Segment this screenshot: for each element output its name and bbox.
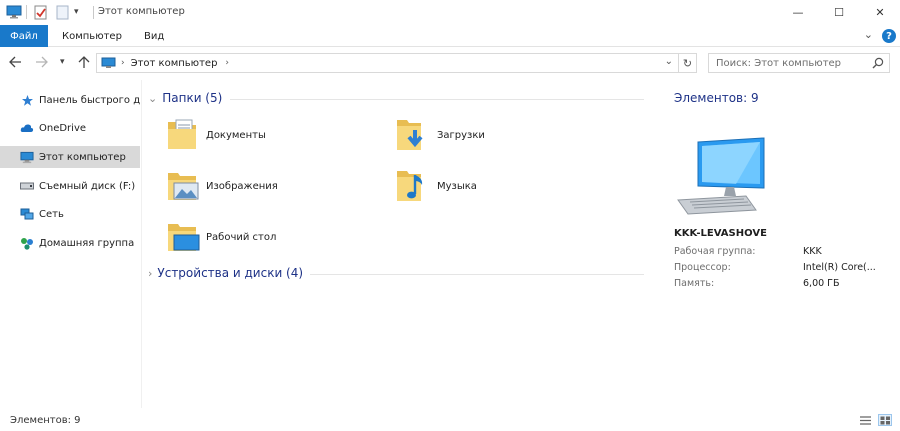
sidebar-item-label: Съемный диск (F:) bbox=[39, 180, 136, 192]
folders-group-header[interactable]: ⌄ Папки (5) bbox=[148, 91, 222, 105]
downloads-folder-icon bbox=[395, 116, 431, 155]
refresh-icon[interactable]: ↻ bbox=[679, 53, 697, 73]
prop-workgroup-value: KKK bbox=[803, 246, 822, 257]
sidebar-item-label: Этот компьютер bbox=[39, 151, 126, 163]
documents-folder-icon bbox=[166, 116, 200, 155]
recent-locations-icon[interactable]: ▾ bbox=[60, 57, 65, 67]
status-item-count: Элементов: 9 bbox=[10, 415, 81, 426]
computer-icon bbox=[676, 136, 768, 219]
expand-chevron-icon[interactable]: › bbox=[148, 267, 152, 280]
address-dropdown-icon[interactable]: ⌄ bbox=[665, 56, 673, 67]
desktop-folder-icon bbox=[166, 218, 200, 257]
properties-icon[interactable] bbox=[34, 4, 48, 20]
homegroup-icon bbox=[20, 236, 34, 250]
folder-label: Рабочий стол bbox=[206, 231, 277, 243]
maximize-button[interactable]: ☐ bbox=[819, 0, 859, 25]
music-folder-icon bbox=[395, 167, 431, 206]
computer-icon bbox=[20, 150, 34, 164]
window-title: Этот компьютер bbox=[98, 6, 185, 17]
details-view-icon[interactable] bbox=[858, 414, 872, 426]
navigation-bar: ▾ › Этот компьютер › ⌄ ↻ Поиск: Этот ком… bbox=[0, 48, 900, 80]
folder-desktop[interactable]: Рабочий стол bbox=[166, 217, 276, 257]
sidebar-item-label: Домашняя группа bbox=[39, 237, 135, 249]
breadcrumb-separator-icon[interactable]: › bbox=[121, 58, 125, 68]
folder-pictures[interactable]: Изображения bbox=[166, 166, 278, 206]
folder-music[interactable]: Музыка bbox=[395, 166, 477, 206]
navigation-pane: Панель быстрого доступа OneDrive Этот ко… bbox=[0, 80, 142, 408]
tab-file[interactable]: Файл bbox=[0, 25, 48, 47]
folder-label: Музыка bbox=[437, 180, 477, 192]
group-divider bbox=[230, 99, 644, 100]
title-bar: ▾ Этот компьютер — ☐ ✕ bbox=[0, 0, 900, 25]
large-icons-view-icon[interactable] bbox=[878, 414, 892, 426]
sidebar-item-label: Панель быстрого доступа bbox=[39, 94, 140, 106]
search-input[interactable]: Поиск: Этот компьютер bbox=[708, 53, 890, 73]
sidebar-item-removable-disk[interactable]: Съемный диск (F:) bbox=[0, 175, 140, 197]
up-arrow-icon[interactable] bbox=[78, 56, 90, 73]
prop-processor-value: Intel(R) Core(... bbox=[803, 262, 876, 273]
prop-workgroup-label: Рабочая группа: bbox=[674, 246, 756, 257]
back-arrow-icon[interactable] bbox=[9, 56, 22, 72]
sidebar-item-onedrive[interactable]: OneDrive bbox=[0, 117, 140, 139]
folders-group-title: Папки (5) bbox=[162, 91, 223, 105]
pictures-folder-icon bbox=[166, 167, 200, 206]
tab-computer[interactable]: Компьютер bbox=[62, 25, 122, 47]
minimize-button[interactable]: — bbox=[778, 0, 818, 25]
group-divider bbox=[310, 274, 644, 275]
folder-label: Документы bbox=[206, 129, 266, 141]
folder-downloads[interactable]: Загрузки bbox=[395, 115, 485, 155]
computer-name: KKK-LEVASHOVE bbox=[674, 228, 767, 239]
drive-icon bbox=[20, 179, 34, 193]
computer-icon bbox=[6, 4, 22, 20]
breadcrumb-this-pc[interactable]: Этот компьютер bbox=[131, 58, 218, 69]
cloud-icon bbox=[20, 121, 34, 135]
search-icon[interactable] bbox=[872, 57, 884, 72]
sidebar-item-homegroup[interactable]: Домашняя группа bbox=[0, 232, 140, 254]
ribbon: Файл Компьютер Вид ⌄ ? bbox=[0, 25, 900, 47]
ribbon-expand-icon[interactable]: ⌄ bbox=[864, 28, 873, 41]
status-bar: Элементов: 9 bbox=[0, 408, 900, 431]
breadcrumb-separator-icon[interactable]: › bbox=[225, 58, 229, 68]
search-placeholder: Поиск: Этот компьютер bbox=[716, 57, 842, 69]
devices-group-header[interactable]: › Устройства и диски (4) bbox=[148, 266, 303, 280]
folder-label: Изображения bbox=[206, 180, 278, 192]
help-icon[interactable]: ? bbox=[882, 29, 896, 43]
close-button[interactable]: ✕ bbox=[860, 0, 900, 25]
details-item-count: Элементов: 9 bbox=[674, 91, 759, 105]
forward-arrow-icon[interactable] bbox=[35, 56, 48, 72]
tab-view[interactable]: Вид bbox=[144, 25, 164, 47]
sidebar-item-label: OneDrive bbox=[39, 122, 87, 134]
prop-memory-value: 6,00 ГБ bbox=[803, 278, 840, 289]
star-icon bbox=[20, 93, 34, 107]
network-icon bbox=[20, 207, 34, 221]
address-bar[interactable]: › Этот компьютер › ⌄ bbox=[96, 53, 679, 73]
sidebar-item-this-pc[interactable]: Этот компьютер bbox=[0, 146, 140, 168]
new-folder-icon[interactable] bbox=[56, 4, 70, 20]
folder-documents[interactable]: Документы bbox=[166, 115, 266, 155]
sidebar-item-label: Сеть bbox=[39, 208, 64, 220]
devices-group-title: Устройства и диски (4) bbox=[157, 266, 304, 280]
folder-label: Загрузки bbox=[437, 129, 485, 141]
sidebar-item-network[interactable]: Сеть bbox=[0, 203, 140, 225]
collapse-chevron-icon[interactable]: ⌄ bbox=[148, 92, 157, 105]
prop-processor-label: Процессор: bbox=[674, 262, 731, 273]
prop-memory-label: Память: bbox=[674, 278, 715, 289]
details-pane: Элементов: 9 KKK-LEVASHOVE Рабочая групп… bbox=[658, 80, 900, 408]
customize-toolbar-icon[interactable]: ▾ bbox=[74, 4, 79, 20]
sidebar-item-quick-access[interactable]: Панель быстрого доступа bbox=[0, 89, 140, 111]
computer-icon bbox=[101, 57, 116, 69]
